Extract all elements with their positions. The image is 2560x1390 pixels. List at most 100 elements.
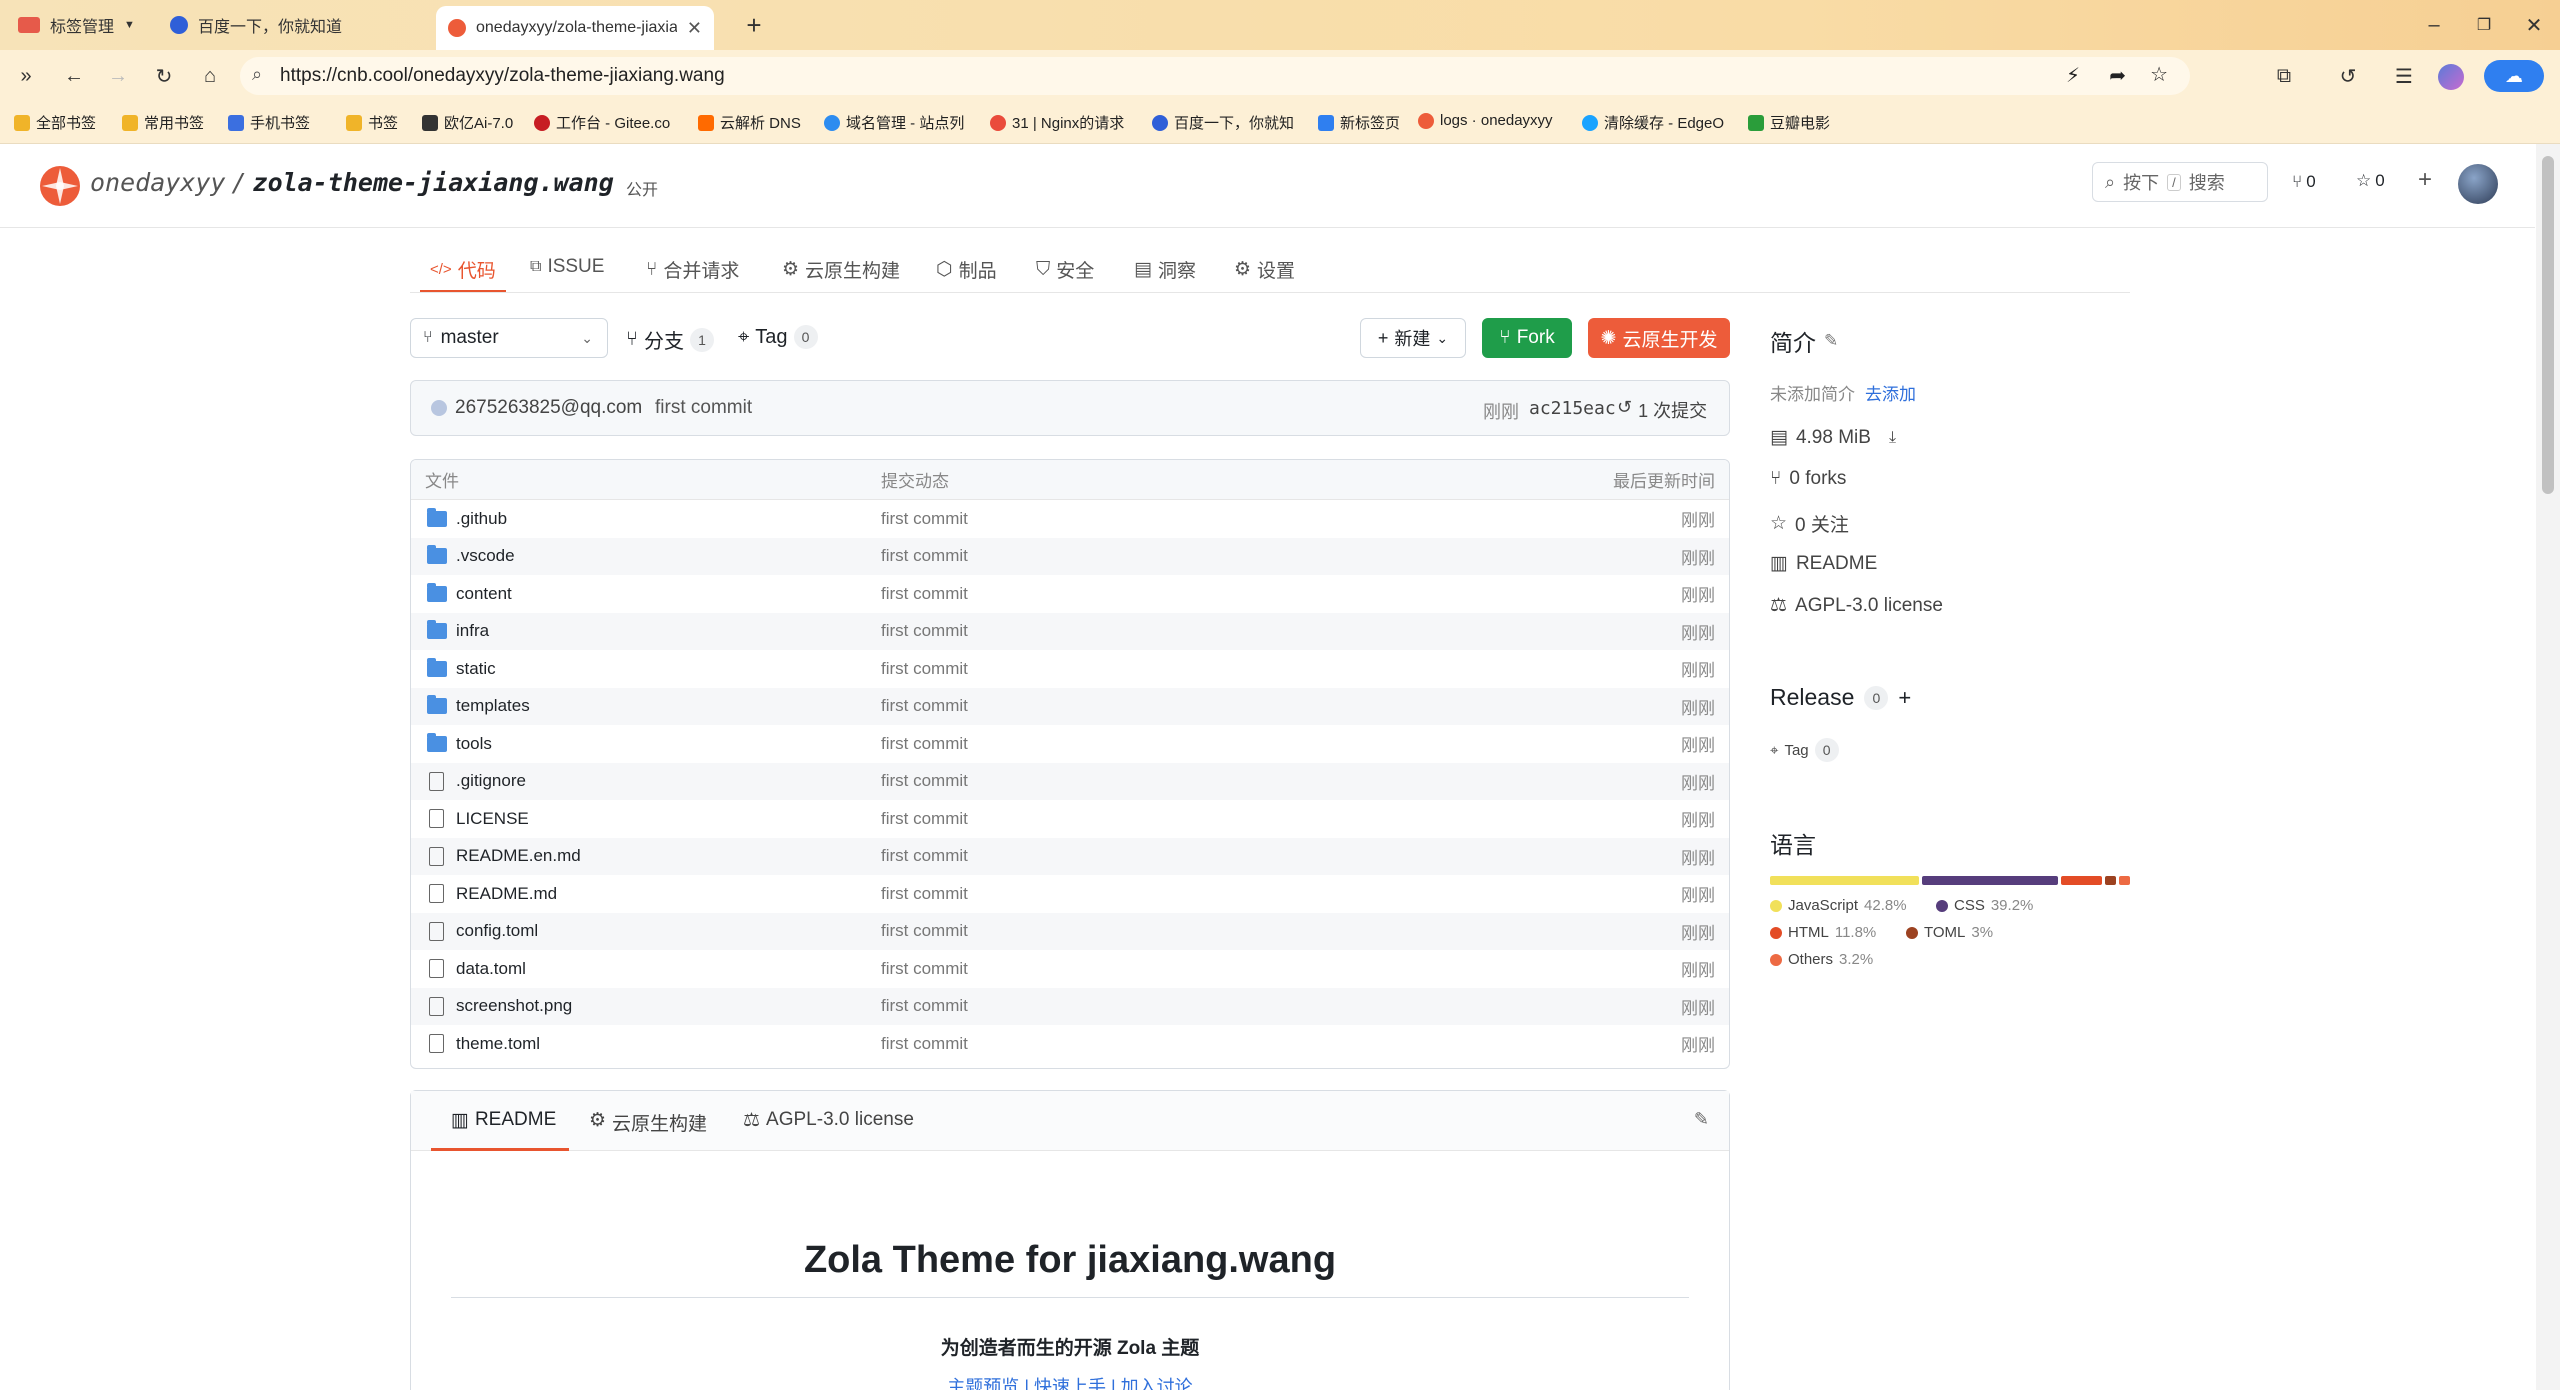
tab-security[interactable]: ⛉ 安全 bbox=[1036, 256, 1094, 283]
branch-select[interactable]: ⑂ master ⌄ bbox=[410, 318, 608, 358]
file-name[interactable]: .github bbox=[456, 509, 507, 529]
sidebar-tags-link[interactable]: ⌖ Tag 0 bbox=[1770, 738, 1839, 762]
file-commit-message[interactable]: first commit bbox=[881, 696, 968, 716]
file-commit-message[interactable]: first commit bbox=[881, 1034, 968, 1054]
file-commit-message[interactable]: first commit bbox=[881, 659, 968, 679]
file-commit-message[interactable]: first commit bbox=[881, 771, 968, 791]
readme-build-tab[interactable]: ⚙ 云原生构建 bbox=[589, 1109, 707, 1136]
share-icon[interactable]: ➦ bbox=[2109, 63, 2126, 88]
extensions-icon[interactable]: ⧉ bbox=[2266, 58, 2302, 94]
file-name[interactable]: templates bbox=[456, 696, 530, 716]
commit-author[interactable]: 2675263825@qq.com bbox=[455, 397, 642, 419]
new-button[interactable]: + 新建 ⌄ bbox=[1360, 318, 1466, 358]
new-tab-button[interactable]: + bbox=[736, 7, 772, 43]
table-row[interactable]: data.toml first commit 刚刚 bbox=[411, 950, 1729, 988]
bookmark-common[interactable]: 常用书签 bbox=[122, 112, 204, 133]
file-commit-message[interactable]: first commit bbox=[881, 584, 968, 604]
bookmark-edgeone[interactable]: 清除缓存 - EdgeO bbox=[1582, 112, 1724, 133]
bookmark-nginx[interactable]: 31 | Nginx的请求 bbox=[990, 112, 1124, 133]
table-row[interactable]: templates first commit 刚刚 bbox=[411, 687, 1729, 725]
star-icon[interactable]: ☆ bbox=[2150, 62, 2168, 87]
fork-button[interactable]: ⑂ Fork bbox=[1482, 318, 1572, 358]
file-name[interactable]: data.toml bbox=[456, 959, 526, 979]
bookmark-mobile[interactable]: 手机书签 bbox=[228, 112, 310, 133]
edit-icon[interactable]: ✎ bbox=[1694, 1109, 1709, 1130]
fork-count-button[interactable]: ⑂ 0 bbox=[2292, 172, 2316, 192]
bookmark-ouyi[interactable]: 欧亿Ai-7.0 bbox=[422, 112, 513, 133]
table-row[interactable]: theme.toml first commit 刚刚 bbox=[411, 1025, 1729, 1063]
file-name[interactable]: screenshot.png bbox=[456, 996, 572, 1016]
add-intro-link[interactable]: 去添加 bbox=[1865, 380, 1916, 405]
file-name[interactable]: .vscode bbox=[456, 546, 515, 566]
readme-link[interactable]: ▥ README bbox=[1770, 552, 1877, 575]
search-input[interactable]: ⌕ 按下 / 搜索 bbox=[2092, 162, 2268, 202]
file-name[interactable]: content bbox=[456, 584, 512, 604]
table-row[interactable]: .github first commit 刚刚 bbox=[411, 500, 1729, 538]
file-commit-message[interactable]: first commit bbox=[881, 996, 968, 1016]
home-icon[interactable]: ⌂ bbox=[192, 58, 228, 94]
edit-icon[interactable]: ✎ bbox=[1824, 331, 1838, 351]
forks-link[interactable]: ⑂ 0 forks bbox=[1770, 468, 1846, 490]
tab-merge-requests[interactable]: ⑂ 合并请求 bbox=[646, 256, 739, 283]
profile-icon[interactable] bbox=[2438, 64, 2464, 90]
file-name[interactable]: infra bbox=[456, 621, 489, 641]
cnb-logo-icon[interactable] bbox=[38, 164, 82, 208]
table-row[interactable]: screenshot.png first commit 刚刚 bbox=[411, 987, 1729, 1025]
scrollbar-thumb[interactable] bbox=[2542, 156, 2554, 494]
lightning-icon[interactable]: ⚡ bbox=[2066, 63, 2080, 88]
back-icon[interactable]: ← bbox=[56, 58, 92, 94]
tab-active-repo[interactable]: onedayxyy/zola-theme-jiaxia ✕ bbox=[436, 6, 714, 50]
table-row[interactable]: README.md first commit 刚刚 bbox=[411, 875, 1729, 913]
file-commit-message[interactable]: first commit bbox=[881, 546, 968, 566]
tab-cloud-build[interactable]: ⚙ 云原生构建 bbox=[782, 256, 900, 283]
cloud-sync-icon[interactable]: ☁ bbox=[2484, 60, 2544, 92]
table-row[interactable]: infra first commit 刚刚 bbox=[411, 612, 1729, 650]
file-commit-message[interactable]: first commit bbox=[881, 846, 968, 866]
branches-link[interactable]: ⑂ 分支 1 bbox=[626, 325, 714, 354]
table-row[interactable]: .gitignore first commit 刚刚 bbox=[411, 762, 1729, 800]
download-icon[interactable]: ⤓ bbox=[1889, 429, 1896, 447]
minimize-icon[interactable]: – bbox=[2416, 7, 2452, 43]
repo-owner-link[interactable]: onedayxyy bbox=[90, 168, 225, 197]
file-name[interactable]: README.md bbox=[456, 884, 557, 904]
tab-bookmark-manager[interactable]: 标签管理 ▼ bbox=[6, 6, 147, 44]
star-count-button[interactable]: ☆ 0 bbox=[2356, 171, 2385, 191]
tags-link[interactable]: ⌖ Tag 0 bbox=[738, 325, 818, 349]
table-row[interactable]: LICENSE first commit 刚刚 bbox=[411, 800, 1729, 838]
file-name[interactable]: config.toml bbox=[456, 921, 538, 941]
file-commit-message[interactable]: first commit bbox=[881, 734, 968, 754]
bookmark-all[interactable]: 全部书签 bbox=[14, 112, 96, 133]
file-name[interactable]: tools bbox=[456, 734, 492, 754]
cloud-dev-button[interactable]: ✺ 云原生开发 bbox=[1588, 318, 1730, 358]
file-name[interactable]: theme.toml bbox=[456, 1034, 540, 1054]
commit-message[interactable]: first commit bbox=[655, 397, 752, 419]
bookmark-douban[interactable]: 豆瓣电影 bbox=[1748, 112, 1830, 133]
add-button[interactable]: + bbox=[2418, 166, 2432, 194]
table-row[interactable]: README.en.md first commit 刚刚 bbox=[411, 837, 1729, 875]
close-window-icon[interactable]: ✕ bbox=[2516, 7, 2552, 43]
file-commit-message[interactable]: first commit bbox=[881, 959, 968, 979]
file-commit-message[interactable]: first commit bbox=[881, 621, 968, 641]
url-field[interactable]: ⌕ https://cnb.cool/onedayxyy/zola-theme-… bbox=[240, 57, 2190, 95]
file-commit-message[interactable]: first commit bbox=[881, 809, 968, 829]
tab-settings[interactable]: ⚙ 设置 bbox=[1234, 256, 1295, 283]
file-commit-message[interactable]: first commit bbox=[881, 921, 968, 941]
file-name[interactable]: README.en.md bbox=[456, 846, 581, 866]
tab-issue[interactable]: ⧉ ISSUE bbox=[530, 256, 604, 278]
forward-icon[interactable]: → bbox=[100, 58, 136, 94]
tab-artifacts[interactable]: ⬡ 制品 bbox=[936, 256, 997, 283]
readme-tab[interactable]: ▥ README bbox=[451, 1109, 556, 1132]
readme-license-tab[interactable]: ⚖ AGPL-3.0 license bbox=[743, 1109, 914, 1132]
reload-icon[interactable]: ↻ bbox=[146, 58, 182, 94]
bookmark-newtab[interactable]: 新标签页 bbox=[1318, 112, 1400, 133]
bookmark-folder[interactable]: 书签 bbox=[346, 112, 398, 133]
repo-name-link[interactable]: zola-theme-jiaxiang.wang bbox=[253, 168, 614, 197]
file-commit-message[interactable]: first commit bbox=[881, 509, 968, 529]
file-name[interactable]: static bbox=[456, 659, 496, 679]
table-row[interactable]: content first commit 刚刚 bbox=[411, 575, 1729, 613]
bookmark-logs[interactable]: logs · onedayxyy bbox=[1418, 112, 1553, 129]
scrollbar-track[interactable] bbox=[2536, 144, 2560, 1390]
watch-link[interactable]: ☆ 0 关注 bbox=[1770, 510, 1849, 537]
commit-count-link[interactable]: ↺ 1 次提交 bbox=[1617, 397, 1707, 423]
bookmark-domain[interactable]: 域名管理 - 站点列 bbox=[824, 112, 964, 133]
